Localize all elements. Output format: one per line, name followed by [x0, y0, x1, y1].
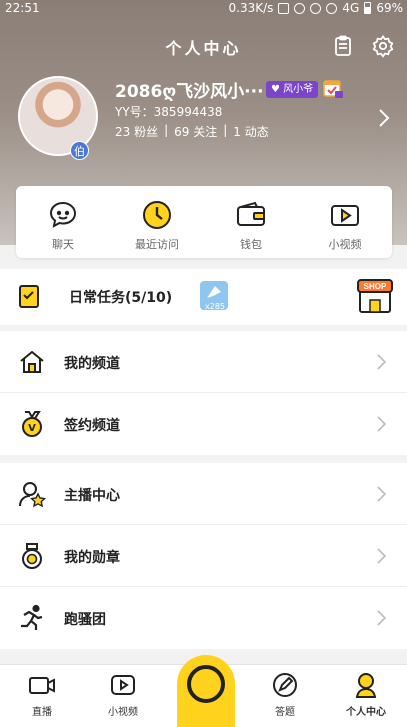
nav-short-video[interactable]: 小视频	[93, 671, 153, 718]
network-type: 4G	[342, 1, 360, 15]
battery-level: 69%	[376, 1, 403, 15]
menu-label: 主播中心	[64, 488, 120, 504]
profile-icon	[355, 673, 377, 698]
username: 2086ღ飞沙风小···	[115, 82, 264, 102]
quick-short-video[interactable]: 小视频	[298, 186, 392, 258]
settings-gear-icon[interactable]	[371, 34, 395, 58]
chat-icon	[49, 201, 77, 228]
sign-in-calendar-icon[interactable]	[322, 77, 344, 99]
moments-count[interactable]: 1 动态	[233, 123, 268, 140]
stats-divider: |	[164, 123, 169, 137]
menu-signed-channel[interactable]: V 签约频道	[0, 393, 407, 455]
center-live-button[interactable]	[177, 655, 235, 727]
quick-actions-card: 聊天 最近访问 钱包 小视频	[16, 186, 392, 388]
profile-chevron-right-icon[interactable]	[377, 108, 391, 128]
menu-my-badges[interactable]: 我的勋章	[0, 525, 407, 587]
short-video-icon	[331, 205, 359, 226]
stats-divider: |	[223, 123, 228, 137]
quick-chat[interactable]: 聊天	[16, 186, 110, 388]
level-badge-label: 风小爷	[283, 84, 314, 95]
badge-icon	[22, 543, 42, 569]
nav-quiz[interactable]: 答题	[255, 671, 315, 718]
medal-v-icon: V	[22, 411, 42, 437]
menu-running-club[interactable]: 跑骚团	[0, 587, 407, 649]
nav-label: 小视频	[108, 707, 138, 718]
battery-icon	[364, 2, 372, 14]
profile-stats: 23 粉丝 | 69 关注 | 1 动态	[115, 123, 269, 140]
fans-count[interactable]: 23 粉丝	[115, 123, 158, 140]
quick-recent-visit[interactable]: 最近访问	[110, 186, 204, 258]
shop-icon[interactable]: SHOP	[356, 276, 394, 316]
vibrate-icon	[278, 2, 290, 14]
reward-count: x285	[205, 302, 226, 311]
nav-live[interactable]: 直播	[12, 671, 72, 718]
level-badge: ♥ 风小爷	[266, 81, 319, 98]
daily-task-row[interactable]: 日常任务(5/10) SHOP	[0, 269, 407, 325]
alarm-icon	[294, 2, 306, 14]
menu-label: 跑骚团	[64, 612, 106, 628]
menu-anchor-center[interactable]: 主播中心	[0, 463, 407, 525]
avatar-badge: 伯	[70, 141, 89, 160]
quiz-pen-icon	[273, 673, 297, 697]
quick-label: 钱包	[240, 238, 262, 251]
nav-label: 个人中心	[346, 707, 386, 718]
clipboard-icon[interactable]	[331, 34, 355, 58]
daily-task-label: 日常任务(5/10)	[69, 290, 173, 306]
quick-label: 聊天	[52, 238, 74, 251]
center-ring-icon	[187, 665, 225, 703]
video-play-icon	[111, 675, 135, 695]
quick-label: 小视频	[328, 238, 362, 251]
nav-profile[interactable]: 个人中心	[336, 671, 396, 718]
menu-my-channel[interactable]: 我的频道	[0, 331, 407, 393]
chevron-right-icon	[377, 416, 386, 432]
live-camera-icon	[29, 677, 55, 694]
wifi-icon	[326, 2, 338, 14]
chevron-right-icon	[377, 354, 386, 370]
follows-count[interactable]: 69 关注	[174, 123, 217, 140]
chevron-right-icon	[377, 548, 386, 564]
svg-text:V: V	[28, 423, 36, 434]
home-icon	[20, 350, 44, 373]
status-right: 0.33K/s 4G 69%	[229, 1, 404, 15]
running-icon	[21, 604, 43, 630]
menu-group-anchor: 主播中心 我的勋章 跑骚团	[0, 463, 407, 649]
yy-id: YY号：385994438	[115, 105, 223, 119]
nav-label: 直播	[32, 707, 52, 718]
recent-visit-icon	[143, 201, 171, 229]
chevron-right-icon	[377, 610, 386, 626]
menu-group-channels: 我的频道 V 签约频道	[0, 331, 407, 455]
svg-text:SHOP: SHOP	[364, 282, 387, 291]
chevron-right-icon	[377, 486, 386, 502]
quick-wallet[interactable]: 钱包	[204, 186, 298, 258]
menu-label: 我的勋章	[64, 550, 120, 566]
menu-label: 我的频道	[64, 356, 120, 372]
status-bar: 22:51 0.33K/s 4G 69%	[0, 0, 407, 18]
quick-label: 最近访问	[135, 238, 179, 251]
anchor-star-icon	[19, 482, 46, 508]
nav-label: 答题	[275, 707, 295, 718]
personal-center-screen: 22:51 0.33K/s 4G 69% 个人中心 伯 2086ღ飞沙风小···…	[0, 0, 407, 727]
menu-label: 签约频道	[64, 418, 120, 434]
bluetooth-icon	[310, 2, 322, 14]
status-time: 22:51	[5, 1, 40, 15]
wallet-icon	[237, 201, 265, 226]
network-speed: 0.33K/s	[228, 1, 274, 15]
task-clipboard-icon	[19, 285, 39, 308]
